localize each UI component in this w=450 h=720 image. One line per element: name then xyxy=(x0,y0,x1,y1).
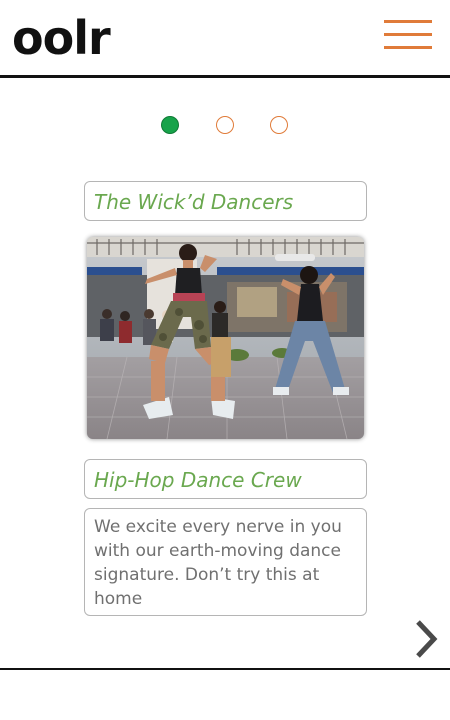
carousel-dot-1[interactable] xyxy=(161,116,179,134)
carousel-dot-3[interactable] xyxy=(270,116,288,134)
logo[interactable]: oolr xyxy=(12,8,111,68)
carousel-indicators xyxy=(161,116,301,136)
footer-divider xyxy=(0,668,450,670)
header: oolr xyxy=(0,0,450,78)
slide-description: We excite every nerve in you with our ea… xyxy=(84,508,367,616)
slide-subtitle: Hip-Hop Dance Crew xyxy=(84,459,367,499)
slide-title: The Wick’d Dancers xyxy=(84,181,367,221)
dance-photo xyxy=(87,237,364,439)
hamburger-menu-icon[interactable] xyxy=(384,20,432,52)
carousel-dot-2[interactable] xyxy=(216,116,234,134)
chevron-right-icon[interactable] xyxy=(412,618,440,660)
page: oolr The Wick’d Dancers Hip-Hop Dance Cr… xyxy=(0,0,450,720)
